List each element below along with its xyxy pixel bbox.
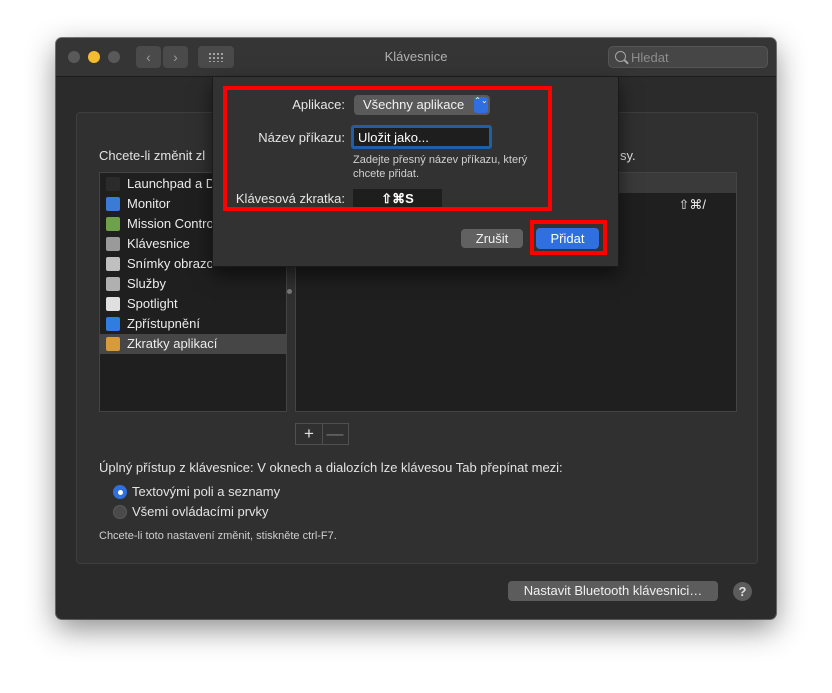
sidebar-item-label: Monitor [127, 196, 171, 211]
monitor-icon [106, 197, 120, 211]
sidebar-item-label: Spotlight [127, 296, 178, 311]
app-shortcuts-icon [106, 337, 120, 351]
radio-text-fields[interactable] [113, 485, 127, 499]
remove-shortcut-button[interactable]: — [322, 424, 348, 444]
help-button[interactable]: ? [733, 582, 752, 601]
search-placeholder: Hledat [631, 50, 669, 65]
highlight-add-button-box [530, 220, 607, 255]
split-view-divider[interactable] [287, 289, 292, 294]
sidebar-item[interactable]: Zkratky aplikací [100, 334, 286, 354]
shortcut-value[interactable]: ⇧⌘/ [678, 197, 706, 213]
sidebar-item-label: Služby [127, 276, 167, 291]
services-gear-icon [106, 277, 120, 291]
sidebar-item-label: Zpřístupnění [127, 316, 200, 331]
search-icon [615, 51, 626, 62]
spotlight-icon [106, 297, 120, 311]
sidebar-item-label: Launchpad a D [127, 176, 216, 191]
screenshot-icon [106, 257, 120, 271]
keyboard-access-note: Chcete-li toto nastavení změnit, stiskně… [99, 530, 337, 542]
sidebar-item[interactable]: Zpřístupnění [100, 314, 286, 334]
radio-all-controls-label[interactable]: Všemi ovládacími prvky [132, 504, 269, 519]
keyboard-access-heading: Úplný přístup z klávesnice: V oknech a d… [99, 460, 563, 475]
sidebar-item-label: Mission Contro [127, 216, 214, 231]
radio-all-controls[interactable] [113, 505, 127, 519]
accessibility-icon [106, 317, 120, 331]
cancel-button[interactable]: Zrušit [461, 229, 523, 248]
sidebar-item-label: Zkratky aplikací [127, 336, 218, 351]
add-shortcut-button[interactable]: + [296, 424, 323, 444]
panel-hint-text: Chcete-li změnit zl [99, 148, 206, 163]
search-field[interactable]: Hledat [608, 46, 768, 68]
sidebar-item-label: Klávesnice [127, 236, 190, 251]
mission-control-icon [106, 217, 120, 231]
sidebar-item[interactable]: Spotlight [100, 294, 286, 314]
sidebar-item[interactable]: Služby [100, 274, 286, 294]
radio-text-fields-label[interactable]: Textovými poli a seznamy [132, 484, 280, 499]
launchpad-icon [106, 177, 120, 191]
panel-hint-text-end: sy. [620, 148, 636, 163]
highlight-form-box [223, 86, 552, 211]
keyboard-icon [106, 237, 120, 251]
sidebar-item-label: Snímky obrazo [127, 256, 214, 271]
setup-bluetooth-keyboard-button[interactable]: Nastavit Bluetooth klávesnici… [508, 581, 718, 601]
add-remove-control: + — [295, 423, 349, 445]
title-bar: ‹ › Klávesnice Hledat [56, 38, 776, 77]
